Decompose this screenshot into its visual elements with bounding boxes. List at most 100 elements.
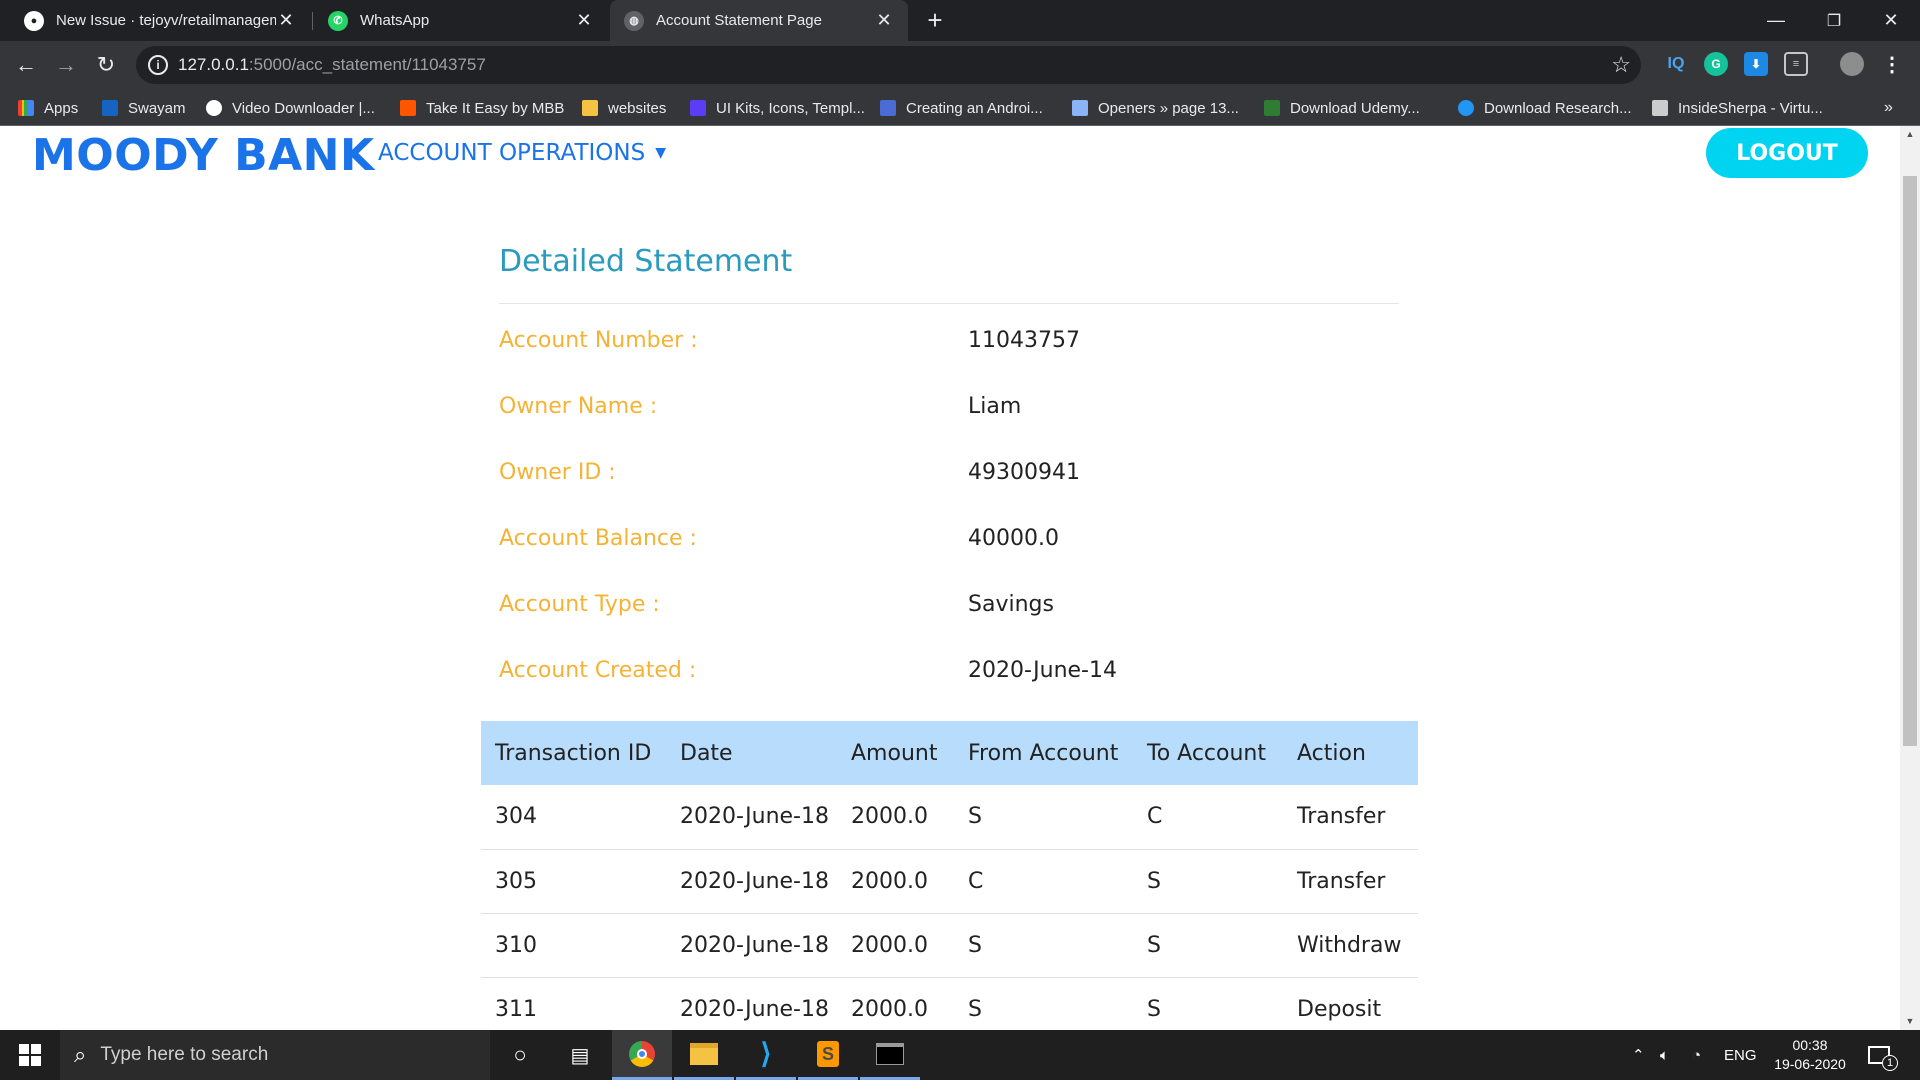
start-button[interactable] [0,1030,60,1080]
bookmark-label: UI Kits, Icons, Templ... [716,99,865,117]
scroll-down-icon[interactable]: ▼ [1900,1013,1920,1030]
bookmark-download-research[interactable]: Download Research... [1458,97,1632,119]
bookmark-creating-android[interactable]: Creating an Androi... [880,97,1043,119]
account-type-value: Savings [968,592,1054,617]
more-bookmarks-button[interactable]: » [1884,97,1893,119]
apps-grid-icon [18,100,34,116]
bookmark-label: Download Udemy... [1290,99,1420,117]
bookmark-take-it-easy[interactable]: Take It Easy by MBB [400,97,564,119]
close-icon[interactable]: ✕ [574,10,594,31]
bookmark-label: Creating an Androi... [906,99,1043,117]
bookmark-websites[interactable]: websites [582,97,666,119]
brand-logo[interactable]: MOODY BANK [32,130,375,181]
cell-action: Transfer [1283,785,1418,850]
back-icon[interactable]: ← [10,49,42,81]
column-header-to-account: To Account [1133,721,1283,785]
task-view-icon[interactable]: ▤ [550,1030,610,1080]
caret-down-icon: ▼ [655,145,666,161]
windows-logo-icon [19,1044,41,1066]
sublime-icon: S [817,1040,839,1067]
bookmark-label: Video Downloader |... [232,99,375,117]
cell-amount: 2000.0 [837,977,954,1030]
volume-icon[interactable]: 🔈︎ [1660,1030,1669,1080]
account-number-value: 11043757 [968,328,1080,353]
search-icon: ⌕ [74,1042,87,1067]
bookmark-openers[interactable]: Openers » page 13... [1072,97,1239,119]
cell-to-account: S [1133,849,1283,914]
ftu-icon [1264,100,1280,116]
minimize-icon[interactable]: — [1747,0,1805,41]
forward-icon[interactable]: → [50,49,82,81]
chrome-icon [629,1040,655,1067]
show-hidden-icons[interactable]: ⌃ [1632,1030,1645,1080]
cell-amount: 2000.0 [837,785,954,850]
close-icon[interactable]: ✕ [874,10,894,31]
bookmark-apps[interactable]: Apps [18,97,78,119]
cell-from-account: C [954,849,1133,914]
browser-tabstrip: ● New Issue · tejoyv/retailmanagem ✕ ✆ W… [0,0,1920,41]
column-header-transaction-id: Transaction ID [481,721,666,785]
close-window-icon[interactable]: ✕ [1862,0,1920,41]
soundcloud-icon [400,100,416,116]
profile-avatar[interactable] [1840,52,1864,76]
address-bar[interactable]: i 127.0.0.1:5000/acc_statement/11043757 … [136,46,1641,84]
language-indicator[interactable]: ENG [1724,1030,1757,1080]
wordpress-icon [1458,100,1474,116]
tab-title: Account Statement Page [656,12,822,29]
folder-icon [690,1042,718,1065]
taskbar-search-box[interactable]: ⌕ Type here to search [60,1030,490,1080]
sublime-taskbar-icon[interactable]: S [798,1030,858,1080]
wifi-icon[interactable]: ◔ [1692,1030,1701,1080]
kebab-menu-icon[interactable]: ⋮ [1880,52,1904,76]
notification-center-icon[interactable]: 1 [1868,1030,1906,1080]
cell-to-account: S [1133,913,1283,978]
bookmark-download-udemy[interactable]: Download Udemy... [1264,97,1420,119]
table-row: 304 2020-June-18 2000.0 S C Transfer [481,785,1418,850]
column-header-from-account: From Account [954,721,1133,785]
file-explorer-taskbar-icon[interactable] [674,1030,734,1080]
bookmark-insidesherpa[interactable]: InsideSherpa - Virtu... [1652,97,1823,119]
terminal-taskbar-icon[interactable] [860,1030,920,1080]
column-header-date: Date [666,721,837,785]
bookmarks-bar: Apps Swayam Video Downloader |... Take I… [0,89,1920,126]
reload-icon[interactable]: ↻ [90,49,122,81]
bookmark-ui-kits[interactable]: UI Kits, Icons, Templ... [690,97,865,119]
cell-date: 2020-June-18 [666,977,837,1030]
page-content: MOODY BANK ACCOUNT OPERATIONS ▼ LOGOUT D… [0,126,1900,1030]
tab-whatsapp[interactable]: ✆ WhatsApp ✕ [314,0,608,41]
scroll-up-icon[interactable]: ▲ [1900,126,1920,143]
scrollbar-thumb[interactable] [1903,176,1917,746]
reader-extension-icon[interactable]: ≡ [1784,52,1808,76]
tab-github-issue[interactable]: ● New Issue · tejoyv/retailmanagem ✕ [10,0,310,41]
url-text[interactable]: 127.0.0.1:5000/acc_statement/11043757 [178,55,486,75]
vscode-taskbar-icon[interactable]: ⟩ [736,1030,796,1080]
bookmark-video-downloader[interactable]: Video Downloader |... [206,97,375,119]
bookmark-star-icon[interactable]: ☆ [1611,52,1631,78]
bookmark-swayam[interactable]: Swayam [102,97,186,119]
url-host: 127.0.0.1 [178,55,249,74]
close-icon[interactable]: ✕ [276,10,296,31]
swayam-icon [102,100,118,116]
chrome-taskbar-icon[interactable] [612,1030,672,1080]
restore-icon[interactable]: ❐ [1805,0,1863,41]
page-scrollbar[interactable]: ▲ ▼ [1900,126,1920,1030]
account-operations-dropdown[interactable]: ACCOUNT OPERATIONS ▼ [378,140,666,166]
grammarly-icon[interactable]: G [1704,52,1728,76]
cortana-icon[interactable]: ○ [490,1030,550,1080]
info-icon[interactable]: i [148,55,168,75]
divider [499,303,1399,304]
tab-account-statement[interactable]: ◍ Account Statement Page ✕ [610,0,908,41]
search-placeholder: Type here to search [100,1044,269,1065]
cell-date: 2020-June-18 [666,849,837,914]
bookmark-label: Take It Easy by MBB [426,99,565,117]
system-clock[interactable]: 00:38 19-06-2020 [1760,1036,1860,1074]
globe-icon: ◍ [624,10,644,31]
table-header-row: Transaction ID Date Amount From Account … [481,721,1418,785]
github-icon: ● [24,10,44,31]
logout-button[interactable]: LOGOUT [1706,128,1868,178]
whatsapp-icon: ✆ [328,10,348,31]
terminal-icon [876,1042,904,1065]
download-extension-icon[interactable]: ⬇ [1744,52,1768,76]
iq-extension-icon[interactable]: IQ [1664,52,1688,76]
new-tab-button[interactable]: + [920,6,950,36]
